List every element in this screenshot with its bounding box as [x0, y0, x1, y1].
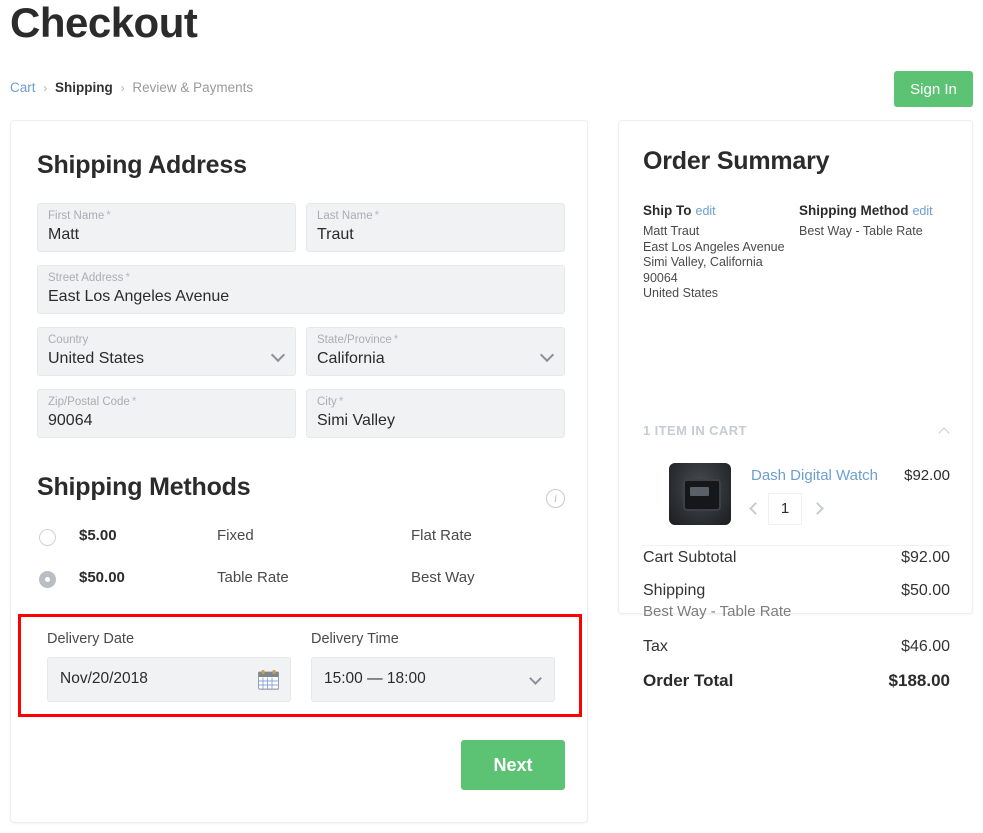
delivery-date-label: Delivery Date: [47, 631, 135, 647]
breadcrumb-item-cart[interactable]: Cart: [10, 80, 36, 95]
shipping-method-option-best-way[interactable]: $50.00 Table Rate Best Way: [37, 565, 565, 599]
first-name-label: First Name *: [48, 210, 111, 222]
cart-items-count-label: 1 ITEM IN CART: [643, 423, 747, 438]
chevron-right-icon[interactable]: [811, 502, 824, 515]
city-label: City *: [317, 396, 344, 408]
ship-to-heading: Ship To edit: [643, 203, 716, 218]
shipping-label: Shipping: [643, 582, 706, 599]
ship-to-line: Matt Traut: [643, 224, 700, 238]
breadcrumb-separator-icon: ›: [43, 81, 48, 95]
chevron-left-icon[interactable]: [749, 502, 762, 515]
sign-in-button[interactable]: Sign In: [894, 71, 973, 107]
shipping-method-option-flat-rate[interactable]: $5.00 Fixed Flat Rate: [37, 523, 565, 557]
shipping-option-method: Table Rate: [217, 569, 289, 586]
shipping-option-carrier: Flat Rate: [411, 527, 472, 544]
first-name-field[interactable]: First Name * Matt: [37, 203, 296, 252]
delivery-options-highlight: Delivery Date Delivery Time Nov/20/2018: [18, 614, 582, 717]
street-address-value: East Los Angeles Avenue: [48, 288, 230, 305]
product-price: $92.00: [904, 467, 950, 484]
ship-to-line: Simi Valley, California 90064: [643, 255, 763, 285]
zip-code-value: 90064: [48, 412, 93, 429]
order-total-label: Order Total: [643, 671, 734, 690]
product-thumbnail: [669, 463, 731, 525]
shipping-option-method: Fixed: [217, 527, 254, 544]
ship-to-line: United States: [643, 286, 719, 300]
chevron-down-icon: [529, 672, 542, 685]
last-name-label: Last Name *: [317, 210, 380, 222]
cart-item-row: Dash Digital Watch $92.00 1: [643, 459, 950, 545]
subtotal-value: $92.00: [901, 549, 950, 566]
breadcrumb-item-review: Review & Payments: [132, 80, 254, 95]
breadcrumb-item-shipping[interactable]: Shipping: [55, 80, 113, 95]
ship-to-edit-link[interactable]: edit: [696, 204, 716, 218]
info-icon[interactable]: i: [546, 489, 565, 508]
chevron-up-icon: [938, 427, 950, 439]
shipping-method-block: Shipping Method edit Best Way - Table Rat…: [799, 203, 959, 240]
country-value: United States: [48, 350, 145, 367]
cart-items-toggle[interactable]: 1 ITEM IN CART: [643, 423, 950, 443]
quantity-value[interactable]: 1: [768, 493, 802, 525]
first-name-value: Matt: [48, 226, 80, 243]
shipping-option-price: $50.00: [79, 569, 125, 586]
delivery-date-value: Nov/20/2018: [60, 670, 148, 687]
shipping-value: $50.00: [901, 582, 950, 599]
ship-to-line: East Los Angeles Avenue: [643, 239, 785, 254]
shipping-method-heading: Shipping Method edit: [799, 203, 933, 218]
shipping-option-carrier: Best Way: [411, 569, 475, 586]
city-value: Simi Valley: [317, 412, 395, 429]
breadcrumb: Cart › Shipping › Review & Payments: [10, 80, 253, 95]
chevron-down-icon: [270, 347, 286, 363]
chevron-down-icon: [539, 347, 555, 363]
last-name-field[interactable]: Last Name * Traut: [306, 203, 565, 252]
zip-code-label: Zip/Postal Code *: [48, 396, 137, 408]
tax-label: Tax: [643, 638, 668, 655]
calendar-icon[interactable]: [258, 669, 280, 691]
shipping-method-value: Best Way - Table Rate: [799, 224, 923, 238]
next-button[interactable]: Next: [461, 740, 565, 790]
delivery-time-label: Delivery Time: [311, 631, 399, 647]
shipping-panel: Shipping Address First Name * Matt Last N…: [10, 120, 588, 823]
state-select[interactable]: State/Province * California: [306, 327, 565, 376]
checkout-page: Checkout Cart › Shipping › Review & Paym…: [0, 0, 983, 833]
product-name-link[interactable]: Dash Digital Watch: [751, 467, 878, 484]
shipping-sublabel: Best Way - Table Rate: [643, 603, 792, 620]
order-total-value: $188.00: [888, 671, 950, 690]
ship-to-block: Ship To edit Matt Traut East Los Angeles …: [643, 203, 793, 302]
delivery-time-select[interactable]: 15:00 — 18:00: [311, 657, 555, 702]
state-value: California: [317, 350, 385, 367]
shipping-methods-title: Shipping Methods: [37, 473, 251, 501]
breadcrumb-separator-icon: ›: [120, 81, 125, 95]
country-label: Country: [48, 334, 89, 346]
ship-to-address: Matt Traut East Los Angeles Avenue Simi …: [643, 224, 793, 302]
shipping-option-price: $5.00: [79, 527, 117, 544]
last-name-value: Traut: [317, 226, 354, 243]
state-label: State/Province *: [317, 334, 399, 346]
subtotal-label: Cart Subtotal: [643, 549, 737, 566]
order-summary-panel: Order Summary Ship To edit Matt Traut Eas…: [618, 120, 973, 690]
country-select[interactable]: Country United States: [37, 327, 296, 376]
shipping-method-edit-link[interactable]: edit: [912, 204, 932, 218]
street-address-label: Street Address *: [48, 272, 130, 284]
shipping-address-title: Shipping Address: [37, 151, 247, 179]
delivery-date-input[interactable]: Nov/20/2018: [47, 657, 291, 702]
zip-code-field[interactable]: Zip/Postal Code * 90064: [37, 389, 296, 438]
radio-best-way[interactable]: [39, 571, 56, 588]
radio-flat-rate[interactable]: [39, 529, 56, 546]
tax-value: $46.00: [901, 638, 950, 655]
totals-divider: [643, 545, 950, 546]
city-field[interactable]: City * Simi Valley: [306, 389, 565, 438]
street-address-field[interactable]: Street Address * East Los Angeles Avenue: [37, 265, 565, 314]
order-summary-title: Order Summary: [643, 147, 830, 175]
delivery-time-value: 15:00 — 18:00: [324, 670, 426, 687]
page-title: Checkout: [10, 0, 198, 46]
